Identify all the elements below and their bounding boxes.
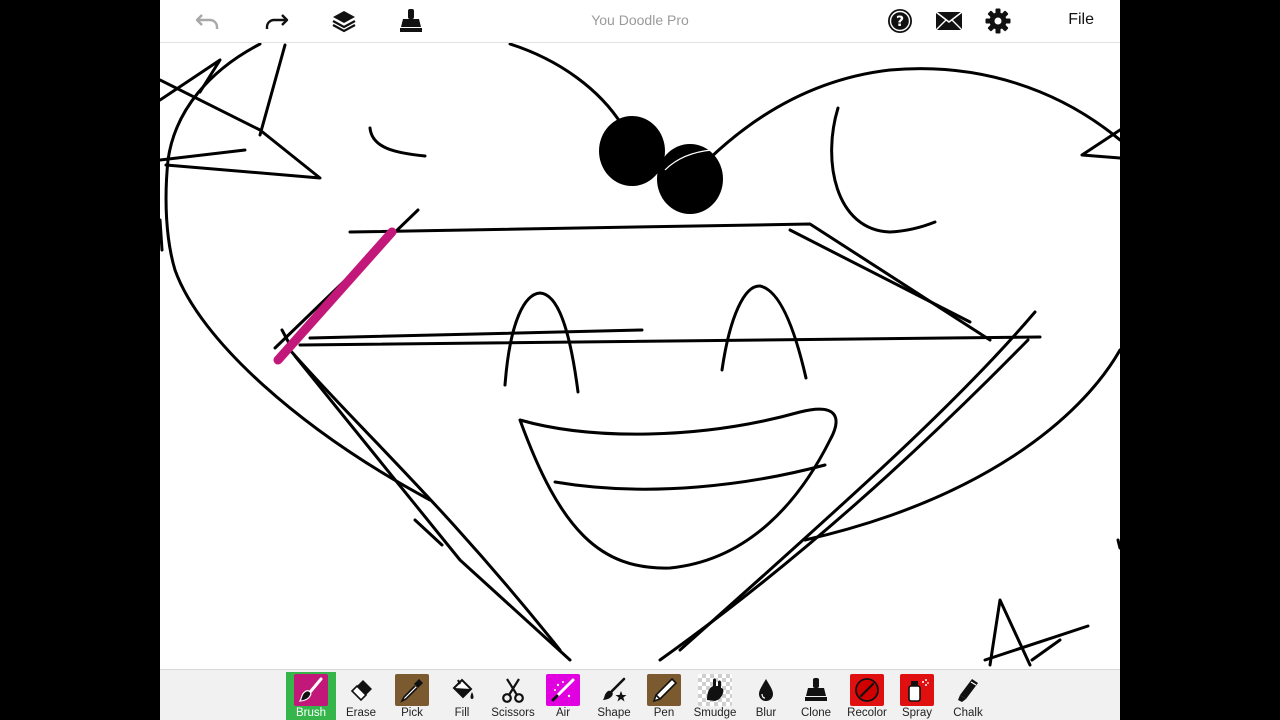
blur-drop-icon xyxy=(759,679,773,701)
help-button[interactable]: ? xyxy=(884,6,916,36)
star-left xyxy=(160,78,322,180)
undo-icon xyxy=(195,14,219,29)
spray-can-icon xyxy=(908,679,929,702)
help-icon: ? xyxy=(888,9,912,33)
clone-stamp-icon xyxy=(805,678,827,701)
scissors-icon xyxy=(502,678,524,703)
settings-button[interactable] xyxy=(982,6,1014,36)
eraser-icon xyxy=(350,680,372,702)
tool-scissors[interactable]: Scissors xyxy=(488,672,538,720)
file-menu-button[interactable]: File xyxy=(1068,11,1094,29)
tool-brush[interactable]: Brush xyxy=(286,672,336,720)
star-right xyxy=(1080,128,1120,160)
svg-text:?: ? xyxy=(896,14,904,30)
tool-air[interactable]: Air xyxy=(538,672,588,720)
pen-icon xyxy=(652,677,678,703)
chalk-icon xyxy=(958,679,978,702)
brush-icon xyxy=(298,677,323,702)
tool-label: Chalk xyxy=(953,707,983,719)
layers-icon xyxy=(332,11,356,33)
eyedropper-icon xyxy=(400,679,423,703)
mail-icon xyxy=(935,11,963,31)
gear-icon xyxy=(985,8,1011,34)
tool-smudge[interactable]: Smudge xyxy=(690,672,740,720)
share-mail-button[interactable] xyxy=(933,6,965,36)
top-bar: You Doodle Pro ? File xyxy=(160,0,1120,43)
heart-dot-left xyxy=(599,116,665,186)
stamp-button[interactable] xyxy=(395,6,427,36)
tool-shape[interactable]: Shape xyxy=(589,672,639,720)
pink-brush-stroke xyxy=(273,227,397,365)
shape-icon xyxy=(603,677,627,702)
recolor-icon xyxy=(855,678,879,702)
tool-spray[interactable]: Spray xyxy=(892,672,942,720)
tool-bar: Brush Erase Pick Fill Scissors Air Shape… xyxy=(160,669,1120,720)
eye-left xyxy=(368,126,427,158)
drawing-canvas[interactable] xyxy=(160,43,1120,669)
app-title: You Doodle Pro xyxy=(591,12,689,28)
tool-pick[interactable]: Pick xyxy=(387,672,437,720)
tool-chalk[interactable]: Chalk xyxy=(943,672,993,720)
face-eye-right xyxy=(720,284,808,380)
airbrush-icon xyxy=(551,678,575,702)
stamp-icon xyxy=(400,9,422,32)
redo-icon xyxy=(265,14,289,29)
tool-recolor[interactable]: Recolor xyxy=(842,672,892,720)
tool-blur[interactable]: Blur xyxy=(741,672,791,720)
doodle-drawing xyxy=(160,43,1120,667)
redo-button[interactable] xyxy=(260,6,292,36)
app-window: You Doodle Pro ? File Brush Erase Pick F… xyxy=(160,0,1120,720)
tool-pen[interactable]: Pen xyxy=(639,672,689,720)
heart-outline xyxy=(508,43,624,127)
tool-erase[interactable]: Erase xyxy=(336,672,386,720)
layers-button[interactable] xyxy=(328,6,360,36)
tool-fill[interactable]: Fill xyxy=(437,672,487,720)
tool-clone[interactable]: Clone xyxy=(791,672,841,720)
undo-button[interactable] xyxy=(192,6,224,36)
smudge-icon xyxy=(707,678,724,701)
paint-bucket-icon xyxy=(452,678,474,699)
eye-right xyxy=(830,106,937,234)
